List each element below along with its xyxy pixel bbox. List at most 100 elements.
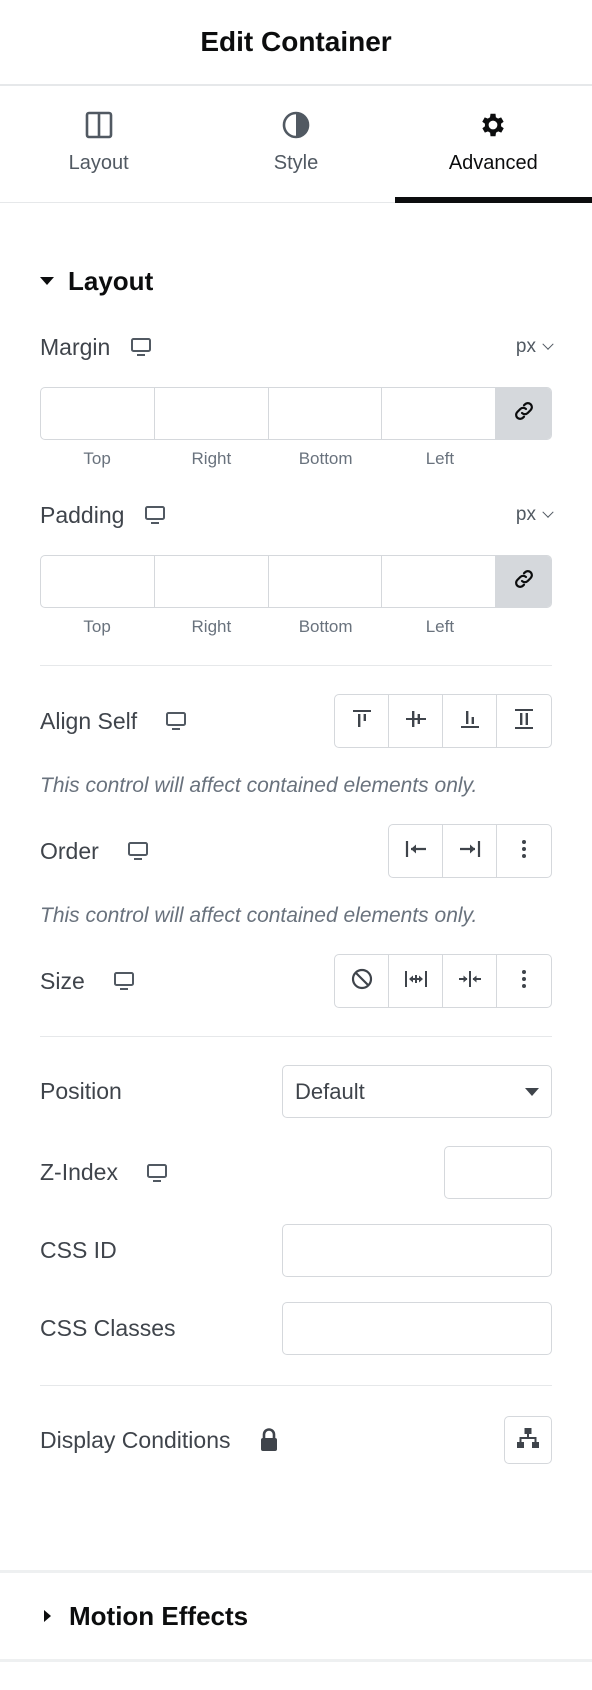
caret-down-icon: [525, 1087, 539, 1096]
margin-top-input[interactable]: [41, 388, 155, 439]
dim-label-bottom: Bottom: [298, 617, 353, 636]
align-self-buttons: [334, 694, 552, 748]
gear-icon: [478, 110, 508, 140]
layout-section-toggle[interactable]: Layout: [40, 259, 552, 303]
padding-right-input[interactable]: [155, 556, 269, 607]
caret-down-icon: [40, 277, 54, 285]
order-custom-button[interactable]: [497, 825, 551, 877]
margin-label: Margin: [40, 333, 111, 360]
align-center-button[interactable]: [389, 695, 443, 747]
expand-horizontal-icon: [402, 966, 430, 997]
css-classes-control: CSS Classes: [40, 1302, 552, 1355]
z-index-control: Z-Index: [40, 1146, 552, 1199]
size-grow-button[interactable]: [389, 955, 443, 1007]
tab-style-label: Style: [273, 152, 319, 174]
tab-layout-label: Layout: [68, 152, 129, 174]
order-buttons: [388, 824, 552, 878]
desktop-icon[interactable]: [130, 337, 152, 357]
tab-bar: Layout Style Advanced: [0, 86, 592, 203]
padding-top-input[interactable]: [41, 556, 155, 607]
align-end-icon: [457, 706, 483, 737]
more-vertical-icon: [521, 969, 527, 994]
order-label: Order: [40, 837, 99, 864]
padding-unit-select[interactable]: px: [515, 504, 554, 526]
margin-inputs: [40, 387, 552, 440]
layout-section-title: Layout: [68, 265, 154, 296]
size-shrink-button[interactable]: [443, 955, 497, 1007]
position-select[interactable]: Default: [282, 1065, 552, 1118]
chevron-down-icon: [542, 506, 554, 518]
order-note: This control will affect contained eleme…: [40, 904, 478, 927]
tab-advanced[interactable]: Advanced: [394, 86, 592, 203]
padding-inputs: [40, 555, 552, 608]
margin-right-input[interactable]: [155, 388, 269, 439]
desktop-icon[interactable]: [165, 711, 187, 731]
align-self-note: This control will affect contained eleme…: [40, 774, 478, 797]
dim-label-top: Top: [83, 617, 111, 636]
css-id-input[interactable]: [283, 1225, 551, 1276]
tab-layout[interactable]: Layout: [0, 86, 197, 202]
half-circle-icon: [281, 110, 311, 140]
align-end-button[interactable]: [443, 695, 497, 747]
padding-left-input[interactable]: [382, 556, 496, 607]
desktop-icon[interactable]: [146, 1163, 168, 1183]
position-value: Default: [295, 1078, 365, 1104]
caret-right-icon: [44, 1610, 51, 1622]
motion-effects-title: Motion Effects: [69, 1600, 249, 1631]
motion-effects-section-toggle[interactable]: Motion Effects: [0, 1570, 592, 1662]
divider: [40, 665, 552, 666]
align-center-icon: [403, 706, 429, 737]
align-stretch-button[interactable]: [497, 695, 551, 747]
padding-dim-labels: Top Right Bottom Left: [40, 617, 552, 637]
padding-unit-label: px: [515, 504, 536, 525]
dim-label-left: Left: [425, 617, 455, 636]
dim-label-right: Right: [191, 449, 232, 468]
layout-section: Layout Margin px Top Right Bottom Left P…: [0, 259, 592, 1464]
size-control: Size: [40, 954, 552, 1008]
align-start-button[interactable]: [335, 695, 389, 747]
padding-link-button[interactable]: [496, 556, 551, 607]
desktop-icon[interactable]: [144, 505, 166, 525]
css-id-label: CSS ID: [40, 1237, 117, 1263]
align-self-label: Align Self: [40, 707, 138, 734]
dim-label-left: Left: [425, 449, 455, 468]
margin-link-button[interactable]: [496, 388, 551, 439]
desktop-icon[interactable]: [127, 841, 149, 861]
padding-bottom-input[interactable]: [269, 556, 383, 607]
desktop-icon[interactable]: [113, 971, 135, 991]
arrow-to-start-icon: [402, 836, 430, 867]
order-end-button[interactable]: [443, 825, 497, 877]
order-start-button[interactable]: [389, 825, 443, 877]
shrink-horizontal-icon: [456, 966, 484, 997]
display-conditions-button[interactable]: [504, 1416, 552, 1464]
panel-header: Edit Container: [0, 0, 592, 86]
padding-control: Padding px: [40, 495, 554, 535]
size-buttons: [334, 954, 552, 1008]
padding-label: Padding: [40, 501, 125, 528]
size-custom-button[interactable]: [497, 955, 551, 1007]
link-icon: [512, 567, 536, 596]
columns-icon: [84, 110, 114, 140]
margin-dim-labels: Top Right Bottom Left: [40, 449, 552, 469]
align-stretch-icon: [511, 706, 537, 737]
tab-style[interactable]: Style: [197, 86, 394, 202]
display-conditions-control: Display Conditions: [40, 1416, 552, 1464]
margin-bottom-input[interactable]: [269, 388, 383, 439]
position-control: Position Default: [40, 1065, 552, 1118]
align-start-icon: [349, 706, 375, 737]
margin-unit-select[interactable]: px: [516, 336, 554, 358]
css-id-control: CSS ID: [40, 1224, 552, 1277]
z-index-input[interactable]: [444, 1146, 552, 1199]
dim-label-bottom: Bottom: [298, 449, 353, 468]
margin-left-input[interactable]: [382, 388, 496, 439]
z-index-label: Z-Index: [40, 1159, 118, 1185]
arrow-to-end-icon: [456, 836, 484, 867]
dim-label-right: Right: [191, 617, 232, 636]
css-classes-label: CSS Classes: [40, 1315, 176, 1341]
ban-icon: [349, 966, 375, 997]
size-label: Size: [40, 967, 85, 994]
css-classes-input[interactable]: [283, 1303, 551, 1354]
size-none-button[interactable]: [335, 955, 389, 1007]
css-id-field: [282, 1224, 552, 1277]
panel-title: Edit Container: [200, 26, 392, 57]
